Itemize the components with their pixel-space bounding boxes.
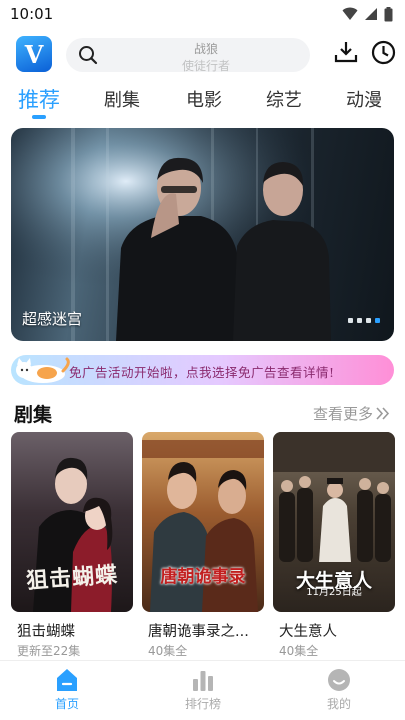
tab-movies[interactable]: 电影 [186,86,222,112]
status-time: 10:01 [10,5,54,23]
carousel-dot [366,318,371,323]
carousel-dot [348,318,353,323]
ad-free-promo-banner[interactable]: 免广告活动开始啦，点我选择免广告查看详情! [11,355,394,385]
app-header: V 战狼 使徒行者 [0,32,405,78]
card-title: 唐朝诡事录之... [148,624,249,640]
profile-icon [328,669,350,691]
nav-home[interactable]: 首页 [22,667,112,712]
double-chevron-right-icon [376,407,390,420]
featured-banner[interactable]: 超感迷宫 [11,128,394,341]
nav-profile[interactable]: 我的 [294,667,384,712]
carousel-dot [357,318,362,323]
tab-variety[interactable]: 综艺 [266,86,302,112]
poster-title-art: 唐朝诡事录 [160,567,246,587]
view-more-label: 查看更多 [312,405,373,423]
status-icons [342,6,393,22]
tab-series[interactable]: 剧集 [104,86,140,112]
card-episode-status: 40集全 [148,644,188,658]
app-logo-letter: V [24,39,44,69]
promo-text: 免广告活动开始啦，点我选择免广告查看详情! [69,365,335,380]
card-title: 狙击蝴蝶 [17,624,75,640]
app-logo[interactable]: V [16,36,52,72]
poster: 唐朝诡事录 [142,432,264,612]
carousel-indicator [348,318,380,323]
history-icon[interactable] [371,40,396,65]
tab-recommend[interactable]: 推荐 [18,84,60,114]
nav-label: 首页 [54,697,79,711]
poster-release-date: 11月25日起 [306,587,362,598]
cat-mascot-icon [16,357,70,383]
search-icon [79,46,98,65]
search-hint-primary: 战狼 [193,42,218,56]
active-tab-indicator [32,115,46,119]
poster: 狙击蝴蝶 [11,432,133,612]
tab-anime[interactable]: 动漫 [346,86,382,112]
signal-icon [365,8,377,20]
search-hint-secondary: 使徒行者 [181,59,230,72]
section-title: 剧集 [14,404,53,426]
download-icon[interactable] [334,40,358,64]
series-section-header: 剧集 查看更多 [0,398,405,428]
carousel-dot-active [375,318,380,323]
nav-ranking[interactable]: 排行榜 [158,667,248,712]
card-episode-status: 40集全 [279,644,319,658]
status-bar: 10:01 [0,0,405,28]
category-tabs: 推荐 剧集 电影 综艺 动漫 [0,82,405,122]
home-icon [57,669,77,691]
card-title: 大生意人 [279,624,337,640]
view-more-link[interactable]: 查看更多 [313,403,391,424]
nav-label: 排行榜 [184,697,221,711]
card-episode-status: 更新至22集 [17,644,81,658]
chart-icon [193,671,213,691]
poster: 大生意人 11月25日起 [273,432,395,612]
banner-caption: 超感迷宫 [22,310,83,328]
bottom-nav: 首页 排行榜 我的 [0,660,405,720]
wifi-icon [342,7,358,20]
nav-label: 我的 [326,697,351,711]
battery-icon [384,6,393,21]
search-input[interactable]: 战狼 使徒行者 [66,38,310,72]
